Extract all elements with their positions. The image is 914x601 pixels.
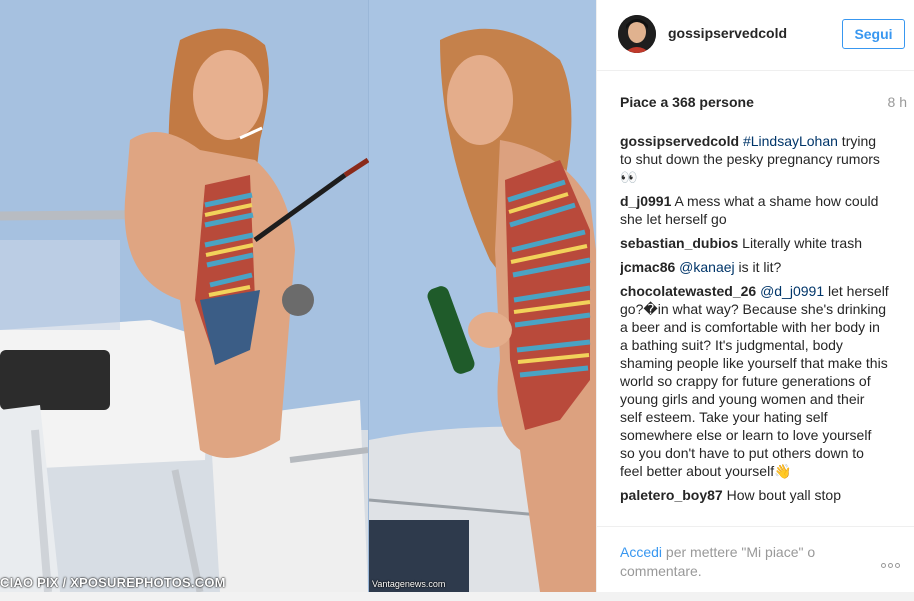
mention-link[interactable]: @kanaej xyxy=(679,259,734,275)
comment-item: paletero_boy87 How bout yall stop xyxy=(620,486,890,504)
post-header: gossipservedcold Segui xyxy=(597,0,914,71)
comment-item: sebastian_dubios Literally white trash xyxy=(620,234,890,252)
comment-text: let herself go?�in what way? Because she… xyxy=(620,283,889,479)
post-photo[interactable]: CIAO PIX / XPOSUREPHOTOS.COM Vantagenews… xyxy=(0,0,596,592)
comment-username[interactable]: gossipservedcold xyxy=(620,133,739,149)
comment-username[interactable]: paletero_boy87 xyxy=(620,487,723,503)
dot-icon xyxy=(888,563,893,568)
dot-icon xyxy=(881,563,886,568)
photo-credit-secondary: Vantagenews.com xyxy=(372,579,446,589)
login-prompt: Accedi per mettere "Mi piace" o commenta… xyxy=(620,543,850,581)
dot-icon xyxy=(895,563,900,568)
comment-text: Literally white trash xyxy=(738,235,862,251)
comment-text: is it lit? xyxy=(734,259,782,275)
avatar[interactable] xyxy=(618,15,656,53)
comment-username[interactable]: d_j0991 xyxy=(620,193,671,209)
photo-credit: CIAO PIX / XPOSUREPHOTOS.COM xyxy=(0,575,226,590)
post-time[interactable]: 8 h xyxy=(888,94,907,110)
login-link[interactable]: Accedi xyxy=(620,544,662,560)
comment-caption: gossipservedcold #LindsayLohan trying to… xyxy=(620,132,890,186)
comment-item: chocolatewasted_26 @d_j0991 let herself … xyxy=(620,282,890,480)
likes-row: Piace a 368 persone 8 h xyxy=(620,94,907,110)
post-side-panel: gossipservedcold Segui Piace a 368 perso… xyxy=(596,0,914,592)
comments-list[interactable]: gossipservedcold #LindsayLohan trying to… xyxy=(620,132,890,524)
hashtag-link[interactable]: #LindsayLohan xyxy=(743,133,838,149)
likes-count[interactable]: Piace a 368 persone xyxy=(620,94,754,110)
post-image xyxy=(0,0,596,592)
comment-text: How bout yall stop xyxy=(722,487,842,503)
comment-item: d_j0991 A mess what a shame how could sh… xyxy=(620,192,890,228)
comment-username[interactable]: chocolatewasted_26 xyxy=(620,283,756,299)
mention-link[interactable]: @d_j0991 xyxy=(760,283,824,299)
comment-username[interactable]: sebastian_dubios xyxy=(620,235,738,251)
ellipsis-icon[interactable] xyxy=(881,555,905,568)
post-footer: Accedi per mettere "Mi piace" o commenta… xyxy=(597,526,914,593)
comment-item: jcmac86 @kanaej is it lit? xyxy=(620,258,890,276)
avatar-image xyxy=(618,15,656,53)
comment-username[interactable]: jcmac86 xyxy=(620,259,675,275)
post-author-username[interactable]: gossipservedcold xyxy=(668,25,787,41)
page-bottom-edge xyxy=(0,592,914,601)
follow-button[interactable]: Segui xyxy=(842,19,905,49)
